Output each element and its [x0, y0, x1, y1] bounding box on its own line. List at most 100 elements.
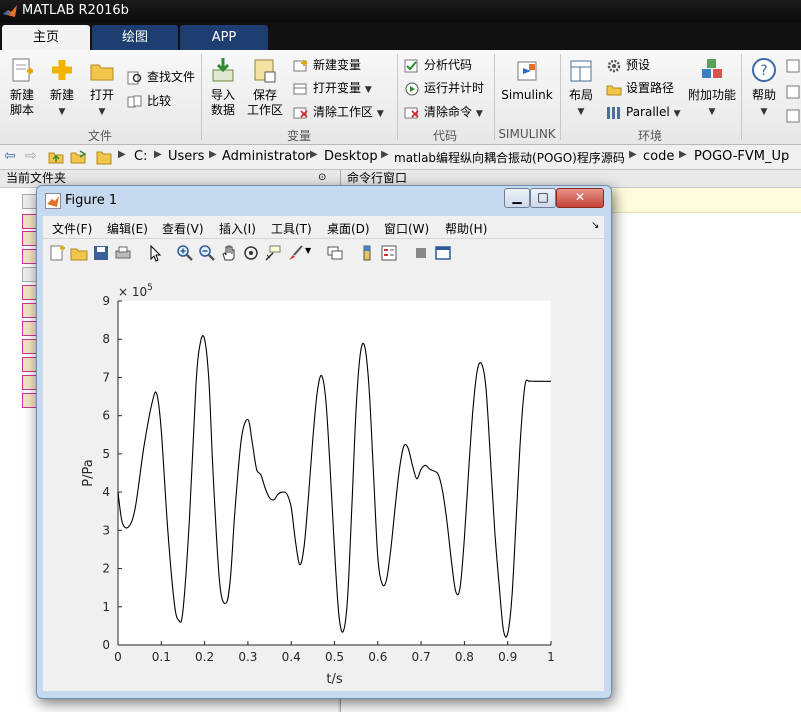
pan-hand-icon[interactable] — [220, 244, 238, 262]
print-icon[interactable] — [114, 244, 132, 262]
y-exponent-power: 5 — [147, 283, 153, 293]
set-path-button[interactable]: 设置路径 — [606, 79, 674, 97]
save-workspace-button[interactable]: 保存 工作区 — [244, 56, 286, 118]
panel-menu-icon[interactable]: ⊙ — [318, 172, 326, 183]
new-figure-icon[interactable] — [48, 244, 66, 262]
rotate-3d-icon[interactable] — [242, 244, 260, 262]
menu-insert[interactable]: 插入(I) — [219, 220, 256, 237]
link-plot-icon[interactable] — [326, 244, 344, 262]
open-file-icon[interactable] — [70, 244, 88, 262]
file-list-icon[interactable] — [22, 357, 37, 372]
x-tick-label: 0 — [114, 650, 122, 664]
layout-button[interactable]: 布局 ▼ — [563, 56, 599, 120]
breadcrumb-item[interactable]: matlab编程纵向耦合振动(POGO)程序源码 — [394, 149, 625, 166]
run-and-time-button[interactable]: 运行并计时 — [404, 79, 484, 97]
zoom-out-icon[interactable] — [198, 244, 216, 262]
colorbar-icon[interactable] — [358, 244, 376, 262]
file-list-icon[interactable] — [22, 285, 37, 300]
back-arrow-icon[interactable]: ⇦ — [4, 148, 16, 164]
open-variable-label: 打开变量 — [313, 81, 362, 95]
menu-file[interactable]: 文件(F) — [52, 220, 92, 237]
data-cursor-icon[interactable] — [264, 244, 282, 262]
menu-window[interactable]: 窗口(W) — [384, 220, 429, 237]
file-list-icon[interactable] — [22, 303, 37, 318]
new-button[interactable]: 新建 ▼ — [44, 56, 80, 120]
breadcrumb-item[interactable]: POGO-FVM_Up — [694, 149, 789, 164]
hide-tools-icon[interactable] — [412, 244, 430, 262]
file-list-icon[interactable] — [22, 249, 37, 264]
maximize-button[interactable]: □ — [530, 188, 556, 208]
file-list-icon[interactable] — [22, 375, 37, 390]
brush-icon[interactable] — [286, 244, 304, 262]
breadcrumb-item[interactable]: C: — [134, 149, 147, 164]
close-button[interactable]: ✕ — [556, 188, 604, 208]
menu-edit[interactable]: 编辑(E) — [107, 220, 148, 237]
new-script-label-2: 脚本 — [9, 103, 34, 117]
brush-dropdown-icon[interactable]: ▼ — [305, 246, 311, 255]
open-variable-button[interactable]: 打开变量 ▼ — [293, 79, 372, 97]
find-files-button[interactable]: 查找文件 — [127, 68, 195, 86]
legend-icon[interactable] — [380, 244, 398, 262]
file-list-icon[interactable] — [22, 214, 37, 229]
breadcrumb-item[interactable]: Administrator — [222, 149, 311, 164]
pointer-icon[interactable] — [146, 244, 164, 262]
file-list-icon[interactable] — [22, 194, 37, 209]
plus-icon — [52, 60, 72, 80]
import-label-1: 导入 — [210, 88, 235, 102]
open-button[interactable]: 打开 ▼ — [84, 56, 120, 120]
x-tick-label: 0.3 — [238, 650, 257, 664]
addons-button[interactable]: 附加功能 ▼ — [686, 56, 738, 120]
menu-tools[interactable]: 工具(T) — [271, 220, 312, 237]
breadcrumb-item[interactable]: Desktop — [324, 149, 378, 164]
clear-workspace-button[interactable]: 清除工作区 ▼ — [293, 103, 384, 121]
simulink-button[interactable]: Simulink — [500, 56, 554, 103]
analyze-code-button[interactable]: 分析代码 — [404, 56, 472, 74]
minimize-button[interactable]: ▁ — [504, 188, 530, 208]
tab-home[interactable]: 主页 — [2, 25, 90, 50]
menu-view[interactable]: 查看(V) — [162, 220, 204, 237]
parallel-button[interactable]: Parallel ▼ — [606, 103, 680, 121]
zoom-in-icon[interactable] — [176, 244, 194, 262]
parallel-label: Parallel — [626, 105, 670, 119]
clear-commands-button[interactable]: 清除命令 ▼ — [404, 103, 483, 121]
tab-plots[interactable]: 绘图 — [92, 25, 178, 50]
svg-text:?: ? — [760, 63, 767, 79]
file-list-icon[interactable] — [22, 339, 37, 354]
compare-button[interactable]: 比较 — [127, 92, 171, 110]
open-label: 打开 — [89, 88, 114, 102]
breadcrumb-item[interactable]: code — [643, 149, 674, 164]
preferences-button[interactable]: 预设 — [606, 56, 650, 74]
help-button[interactable]: ? 帮助 ▼ — [746, 56, 782, 120]
y-tick-label: 0 — [102, 638, 110, 652]
browse-folder-icon[interactable] — [70, 149, 88, 165]
app-title-bar: MATLAB R2016b — [0, 0, 801, 22]
line-chart[interactable]: 0 0.1 0.2 0.3 0.4 0.5 0.6 0.7 0.8 0.9 1 0 1 2 3 4 5 6 7 8 9 ×… — [43, 267, 604, 691]
show-tools-icon[interactable] — [434, 244, 452, 262]
forward-arrow-icon[interactable]: ⇨ — [25, 148, 37, 164]
breadcrumb-item[interactable]: Users — [168, 149, 204, 164]
new-variable-icon — [293, 59, 307, 71]
matlab-logo-icon — [3, 5, 17, 17]
x-tick-label: 0.7 — [412, 650, 431, 664]
file-list-icon[interactable] — [22, 267, 37, 282]
close-icon: ✕ — [574, 190, 586, 204]
import-label-2: 数据 — [210, 103, 235, 117]
up-folder-icon[interactable] — [48, 149, 64, 165]
new-label: 新建 — [49, 88, 74, 102]
new-script-button[interactable]: 新建 脚本 — [4, 56, 40, 118]
file-list-icon[interactable] — [22, 393, 37, 408]
figure-window[interactable]: Figure 1 ▁ □ ✕ 文件(F) 编辑(E) 查看(V) 插入(I) 工… — [36, 185, 612, 699]
save-icon[interactable] — [92, 244, 110, 262]
file-list-icon[interactable] — [22, 231, 37, 246]
tab-apps[interactable]: APP — [180, 25, 268, 50]
new-variable-button[interactable]: 新建变量 — [293, 56, 361, 74]
file-list-icon[interactable] — [22, 321, 37, 336]
import-data-button[interactable]: 导入 数据 — [205, 56, 241, 118]
set-path-icon — [606, 85, 622, 95]
menu-help[interactable]: 帮助(H) — [445, 220, 487, 237]
dock-arrow-icon[interactable]: ↘ — [591, 220, 599, 231]
figure-canvas[interactable]: 0 0.1 0.2 0.3 0.4 0.5 0.6 0.7 0.8 0.9 1 0 1 2 3 4 5 6 7 8 9 ×… — [43, 267, 604, 691]
addons-icon — [702, 59, 722, 78]
new-variable-label: 新建变量 — [313, 58, 362, 72]
menu-desktop[interactable]: 桌面(D) — [327, 220, 370, 237]
